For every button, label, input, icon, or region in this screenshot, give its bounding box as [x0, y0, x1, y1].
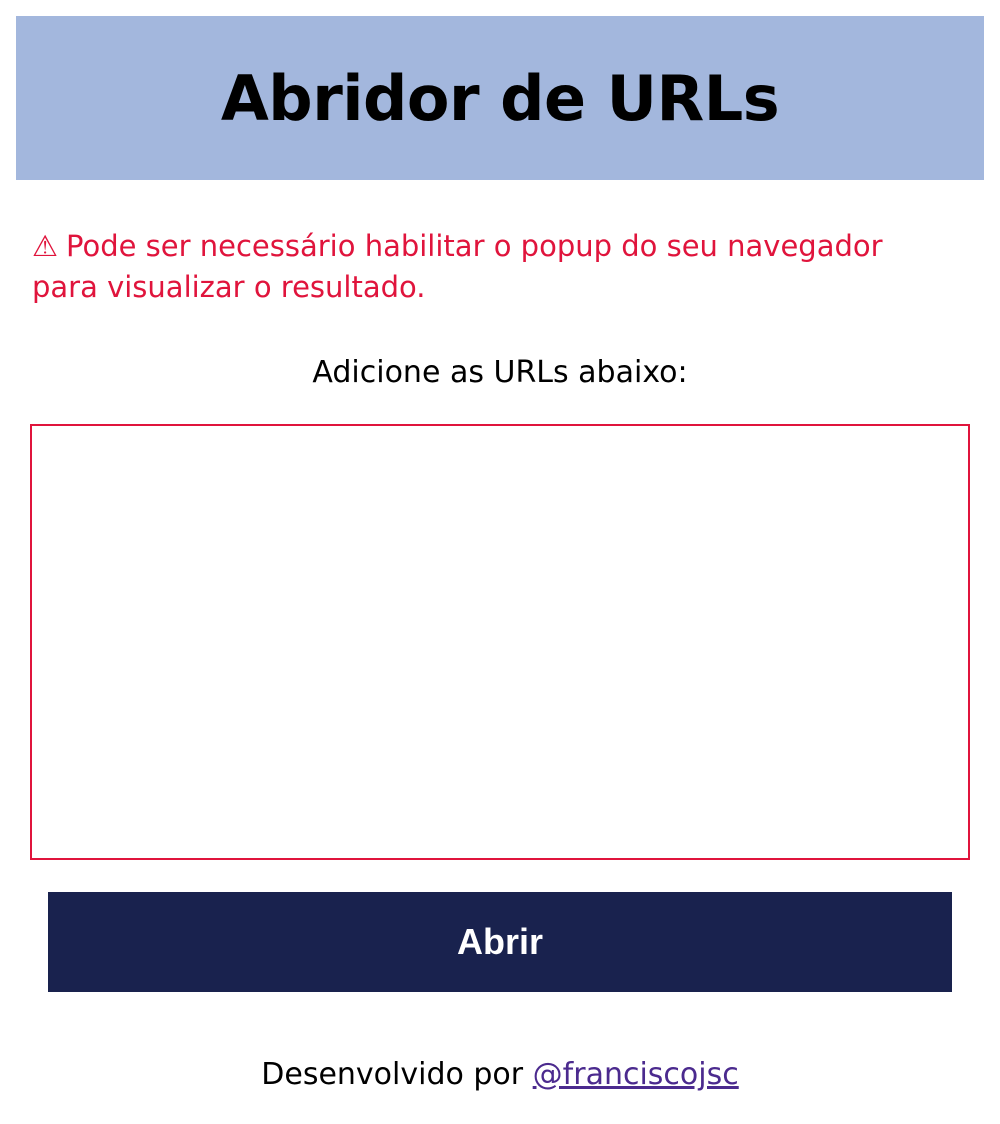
footer-credit: Desenvolvido por @franciscojsc — [0, 1054, 1000, 1096]
urls-textarea[interactable] — [30, 424, 970, 860]
page-header: Abridor de URLs — [16, 16, 984, 180]
warning-text: Pode ser necessário habilitar o popup do… — [32, 229, 883, 304]
footer-prefix: Desenvolvido por — [261, 1057, 533, 1092]
popup-warning: ⚠ Pode ser necessário habilitar o popup d… — [32, 226, 932, 308]
urls-prompt-label: Adicione as URLs abaixo: — [312, 355, 688, 390]
open-button[interactable]: Abrir — [48, 892, 952, 992]
author-link[interactable]: @franciscojsc — [533, 1057, 739, 1092]
page-title: Abridor de URLs — [220, 61, 780, 135]
warning-icon: ⚠ — [32, 229, 58, 263]
